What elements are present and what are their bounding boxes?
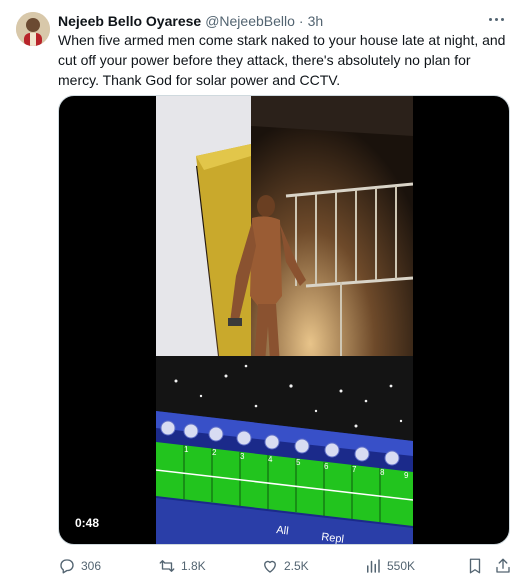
repost-button[interactable]: 1.8K: [158, 556, 206, 576]
reply-icon: [60, 559, 74, 574]
bookmark-button[interactable]: [466, 556, 484, 576]
screen-number: 5: [296, 458, 301, 467]
reply-button[interactable]: 306: [58, 556, 101, 576]
screen-number: 9: [404, 471, 409, 480]
like-button[interactable]: 2.5K: [261, 556, 309, 576]
separator-dot: ·: [298, 13, 304, 29]
like-count: 2.5K: [284, 559, 309, 573]
screen-number: 6: [324, 462, 329, 471]
video-duration: 0:48: [69, 514, 106, 532]
screen-label-all: All: [276, 524, 290, 537]
view-count: 550K: [387, 559, 416, 573]
screen-number: 7: [352, 465, 357, 474]
bookmark-icon: [469, 558, 481, 574]
screen-number: 3: [240, 452, 245, 461]
video-player[interactable]: All Repl 1 2 3 4 5 6 7 8 9 0:48: [58, 95, 510, 545]
reply-count: 306: [81, 559, 102, 573]
tweet-text: When five armed men come stark naked to …: [58, 32, 506, 88]
action-bar: 306 1.8K 2.5K 550K: [58, 556, 514, 576]
screen-number: 8: [380, 468, 385, 477]
video-frame: All Repl 1 2 3 4 5 6 7 8 9: [156, 96, 413, 545]
share-icon: [496, 558, 510, 573]
share-button[interactable]: [494, 556, 512, 576]
repost-count: 1.8K: [181, 559, 206, 573]
screen-number: 4: [268, 455, 273, 464]
tweet-time[interactable]: 3h: [308, 13, 324, 29]
tweet-header: Nejeeb Bello Oyarese @NejeebBello · 3h: [58, 12, 323, 30]
screen-number: 1: [184, 445, 189, 454]
like-icon: [264, 560, 276, 573]
screen-label-repl: Repl: [321, 531, 345, 545]
more-options-icon[interactable]: [485, 10, 507, 28]
avatar-image: [16, 12, 50, 46]
author-handle[interactable]: @NejeebBello: [205, 13, 295, 29]
video-still: All Repl 1 2 3 4 5 6 7 8 9: [156, 96, 413, 545]
views-button[interactable]: 550K: [364, 556, 415, 576]
screen-number: 2: [212, 448, 217, 457]
author-name[interactable]: Nejeeb Bello Oyarese: [58, 13, 201, 29]
repost-icon: [159, 560, 175, 572]
views-icon: [367, 559, 380, 573]
avatar[interactable]: [16, 12, 50, 46]
